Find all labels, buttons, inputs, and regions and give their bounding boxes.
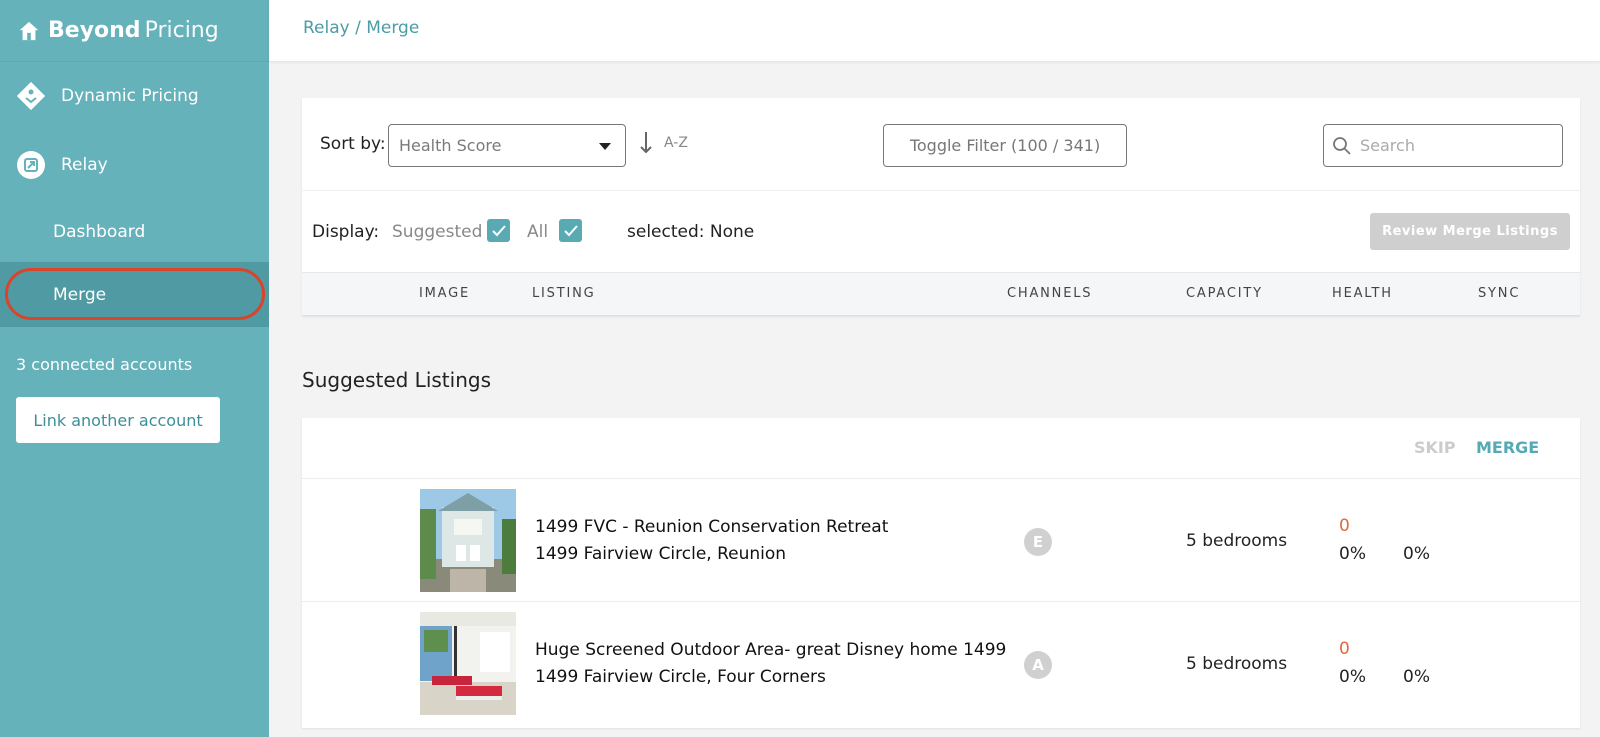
column-listing[interactable]: LISTING — [532, 286, 596, 301]
skip-button[interactable]: SKIP — [1414, 438, 1456, 457]
sidebar-item-relay[interactable]: Relay — [0, 145, 269, 185]
column-health[interactable]: HEALTH — [1332, 286, 1393, 301]
listing-image — [420, 612, 516, 715]
health-score: 0 — [1339, 639, 1350, 659]
sort-label: Sort by: — [320, 134, 386, 154]
suggested-list: SKIP MERGE 1499 FVC - Reunion Conservati… — [302, 418, 1580, 728]
sync-percent: 0% — [1403, 667, 1430, 687]
table-header: IMAGE LISTING CHANNELS CAPACITY HEALTH S… — [302, 272, 1580, 316]
sidebar-item-label: Dashboard — [53, 222, 146, 242]
house-logo-icon — [19, 21, 39, 40]
listing-title: Huge Screened Outdoor Area- great Disney… — [535, 640, 1007, 660]
sidebar-item-merge[interactable]: Merge — [0, 262, 269, 327]
listing-address: 1499 Fairview Circle, Reunion — [535, 544, 787, 564]
display-label: Display: — [312, 222, 380, 242]
column-capacity[interactable]: CAPACITY — [1186, 286, 1263, 301]
channel-badge: A — [1024, 651, 1052, 679]
table-row[interactable]: 1499 FVC - Reunion Conservation Retreat … — [302, 478, 1580, 601]
toggle-filter-button[interactable]: Toggle Filter (100 / 341) — [883, 124, 1127, 167]
sort-select[interactable]: Health Score — [388, 124, 626, 167]
listing-capacity: 5 bedrooms — [1186, 531, 1288, 551]
relay-icon — [16, 150, 46, 180]
sidebar-item-dynamic-pricing[interactable]: Dynamic Pricing — [0, 76, 269, 116]
all-checkbox[interactable] — [559, 219, 582, 242]
sidebar-item-label: Dynamic Pricing — [61, 86, 199, 106]
brand-name: Beyond — [48, 18, 141, 43]
sort-direction-toggle[interactable]: A-Z — [638, 130, 688, 156]
health-score: 0 — [1339, 516, 1350, 536]
sidebar: Beyond Pricing Dynamic Pricing Relay Das… — [0, 0, 269, 737]
checkmark-icon — [491, 224, 506, 236]
section-title: Suggested Listings — [302, 368, 491, 392]
brand-name-suffix: Pricing — [144, 18, 219, 43]
highlight-ring — [5, 268, 265, 320]
caret-down-icon — [599, 143, 611, 150]
suggested-checkbox[interactable] — [487, 219, 510, 242]
column-image[interactable]: IMAGE — [419, 286, 470, 301]
listing-address: 1499 Fairview Circle, Four Corners — [535, 667, 826, 687]
listing-capacity: 5 bedrooms — [1186, 654, 1288, 674]
sort-select-value: Health Score — [399, 136, 502, 155]
sidebar-item-dashboard[interactable]: Dashboard — [0, 212, 269, 252]
merge-button[interactable]: MERGE — [1476, 438, 1539, 457]
suggested-label: Suggested — [392, 222, 483, 242]
channel-badge: E — [1024, 528, 1052, 556]
brand-logo[interactable]: Beyond Pricing — [0, 0, 269, 62]
arrow-down-icon — [640, 132, 652, 154]
sync-percent: 0% — [1403, 544, 1430, 564]
health-percent: 0% — [1339, 544, 1366, 564]
sidebar-item-label: Relay — [61, 155, 108, 175]
connected-accounts-text: 3 connected accounts — [16, 355, 193, 374]
health-percent: 0% — [1339, 667, 1366, 687]
breadcrumb[interactable]: Relay / Merge — [303, 18, 419, 38]
checkmark-icon — [563, 224, 578, 236]
search-input[interactable] — [1360, 136, 1550, 155]
top-bar: Relay / Merge — [269, 0, 1600, 62]
review-merge-button[interactable]: Review Merge Listings — [1370, 213, 1570, 250]
search-icon — [1333, 136, 1351, 155]
listing-image — [420, 489, 516, 592]
controls-card: Sort by: Health Score A-Z Toggle Filter … — [302, 98, 1580, 316]
selected-status: selected: None — [627, 222, 755, 242]
table-row[interactable]: Huge Screened Outdoor Area- great Disney… — [302, 601, 1580, 724]
sort-direction-label: A-Z — [664, 135, 688, 151]
column-channels[interactable]: CHANNELS — [1007, 286, 1092, 301]
link-account-button[interactable]: Link another account — [16, 397, 220, 443]
listing-title: 1499 FVC - Reunion Conservation Retreat — [535, 517, 889, 537]
diamond-tag-icon — [16, 81, 46, 111]
all-label: All — [527, 222, 549, 242]
search-box — [1323, 124, 1563, 167]
column-sync[interactable]: SYNC — [1478, 286, 1520, 301]
